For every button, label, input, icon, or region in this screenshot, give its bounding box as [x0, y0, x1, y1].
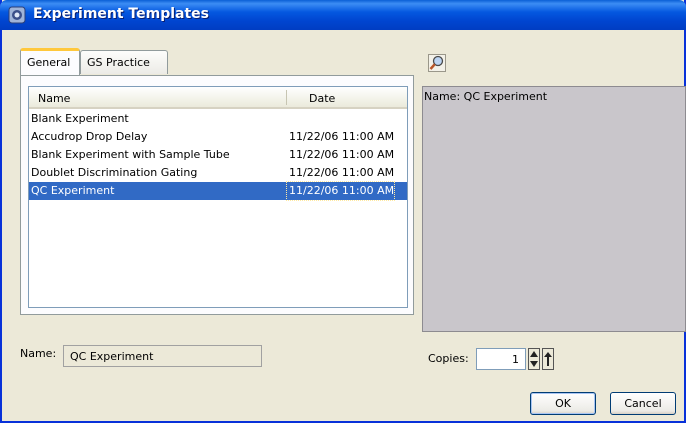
item-date: 11/22/06 11:00 AM: [286, 181, 396, 201]
item-date: 11/22/06 11:00 AM: [289, 130, 395, 143]
item-name: QC Experiment: [31, 184, 115, 197]
list-item-selected[interactable]: QC Experiment 11/22/06 11:00 AM: [29, 181, 407, 201]
app-icon: [8, 6, 26, 24]
item-date: 11/22/06 11:00 AM: [289, 148, 395, 161]
copies-label: Copies:: [428, 352, 469, 365]
dialog-window: Experiment Templates General GS Practice…: [0, 0, 686, 423]
copies-step-button[interactable]: [542, 348, 554, 370]
title-bar[interactable]: Experiment Templates: [0, 0, 686, 30]
list-header: Name Date: [29, 87, 407, 109]
copies-input[interactable]: 1: [476, 348, 526, 370]
spinner-arrows-icon: [530, 351, 538, 367]
column-divider[interactable]: [286, 90, 287, 105]
ok-button[interactable]: OK: [530, 392, 596, 415]
list-item[interactable]: Doublet Discrimination Gating 11/22/06 1…: [29, 164, 407, 182]
column-header-date[interactable]: Date: [309, 92, 335, 105]
list-item[interactable]: Blank Experiment: [29, 110, 407, 128]
tab-gs-practice[interactable]: GS Practice: [80, 50, 168, 74]
template-list[interactable]: Name Date Blank Experiment Accudrop Drop…: [28, 86, 408, 308]
item-name: Accudrop Drop Delay: [31, 130, 148, 143]
up-arrow-icon: [544, 352, 552, 366]
tab-general[interactable]: General: [20, 48, 80, 75]
list-item[interactable]: Blank Experiment with Sample Tube 11/22/…: [29, 146, 407, 164]
window-title: Experiment Templates: [33, 6, 209, 22]
preview-text: Name: QC Experiment: [424, 90, 548, 103]
magnifier-icon[interactable]: [428, 54, 446, 72]
item-date: 11/22/06 11:00 AM: [289, 166, 395, 179]
cancel-button[interactable]: Cancel: [610, 392, 676, 415]
item-name: Blank Experiment with Sample Tube: [31, 148, 230, 161]
template-preview-pane: Name: QC Experiment: [422, 86, 686, 332]
name-field[interactable]: QC Experiment: [63, 345, 262, 367]
list-item[interactable]: Accudrop Drop Delay 11/22/06 11:00 AM: [29, 128, 407, 146]
name-label: Name:: [20, 347, 57, 360]
item-name: Blank Experiment: [31, 112, 129, 125]
copies-spinner[interactable]: [528, 348, 540, 370]
column-header-name[interactable]: Name: [38, 92, 70, 105]
item-name: Doublet Discrimination Gating: [31, 166, 198, 179]
